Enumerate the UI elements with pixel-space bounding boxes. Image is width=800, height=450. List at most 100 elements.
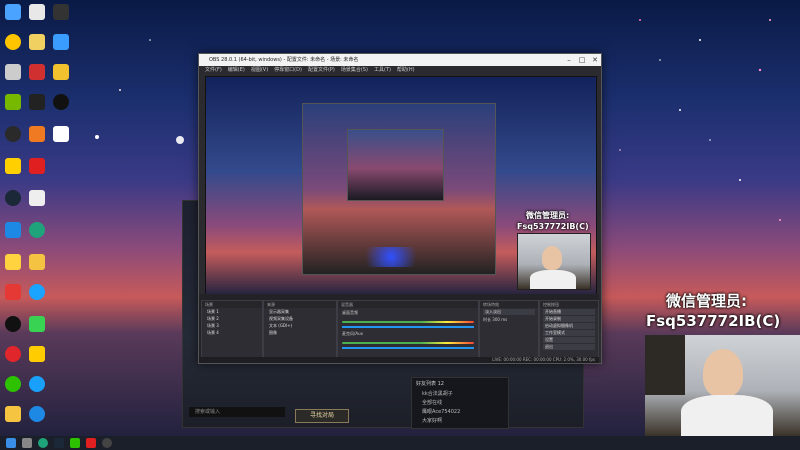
overlay-text-line-1: 微信管理员: (666, 292, 747, 310)
friend-item[interactable]: 大家好啊 (412, 416, 508, 425)
windows-icon[interactable] (6, 438, 16, 448)
live-status: LIVE: 00:00:00 (492, 357, 522, 362)
desktop-icon-10[interactable] (0, 94, 26, 110)
steam-icon[interactable] (54, 438, 64, 448)
wechat-icon[interactable] (70, 438, 80, 448)
volume-meter (342, 321, 474, 323)
desktop-icon-wechat[interactable] (0, 376, 26, 392)
scenes-dock: 场景 场景 1 场景 2 场景 3 场景 4 (201, 300, 263, 360)
scene-item[interactable]: 场景 2 (205, 316, 259, 322)
desktop-icon-17[interactable] (24, 158, 50, 174)
desktop-icon-9[interactable] (48, 64, 74, 80)
app-icon[interactable] (86, 438, 96, 448)
duration-field[interactable]: 时长 300 ms (480, 316, 538, 324)
desktop-icon-2[interactable] (24, 4, 50, 20)
source-item[interactable]: 视频采集设备 (267, 316, 333, 322)
desktop-icon-3[interactable] (48, 4, 74, 20)
window-title-bar: OBS 28.0.1 (64-bit, windows) - 配置文件: 未命名… (199, 54, 601, 66)
find-match-button[interactable]: 寻找对局 (295, 409, 349, 423)
desktop-icon-20[interactable] (0, 222, 26, 238)
scene-item[interactable]: 场景 3 (205, 323, 259, 329)
start-streaming-button[interactable]: 开始直播 (543, 309, 595, 315)
desktop-icon-11[interactable] (24, 94, 50, 110)
desktop-icon-33[interactable] (24, 406, 50, 422)
maximize-icon[interactable]: □ (576, 54, 588, 66)
friend-item[interactable]: 全部在线 (412, 398, 508, 407)
mixer-channel-label: 麦克风/Aux (342, 331, 363, 336)
desktop-icon-19[interactable] (24, 190, 50, 206)
shelf (645, 335, 685, 395)
desktop-icon-computer[interactable] (0, 4, 26, 20)
menu-scene-collection[interactable]: 场景集合(S) (341, 66, 368, 74)
transitions-dock: 转场特效 淡入淡出 时长 300 ms (479, 300, 539, 360)
scene-item[interactable]: 场景 1 (205, 309, 259, 315)
game-search-input[interactable]: 搜索或输入 (189, 407, 285, 417)
nested-preview-inner (347, 129, 444, 201)
desktop-icon-32[interactable] (0, 406, 26, 422)
menu-docks[interactable]: 停靠窗口(D) (274, 66, 302, 74)
desktop-icon-4[interactable] (0, 34, 26, 50)
transition-select[interactable]: 淡入淡出 (483, 309, 535, 315)
virtual-camera-button[interactable]: 启动虚拟摄像机 (543, 323, 595, 329)
desktop-icon-28[interactable] (0, 346, 26, 362)
menu-file[interactable]: 文件(F) (205, 66, 222, 74)
desktop-icon-12[interactable] (48, 94, 74, 110)
source-item[interactable]: 文本 (GDI+) (267, 323, 333, 329)
desktop-icon-7[interactable] (0, 64, 26, 80)
mixer-dock-title: 混音器 (338, 301, 478, 308)
cpu-status: CPU: 2.0%, 30.00 fps (552, 357, 595, 362)
menu-profile[interactable]: 配置文件(P) (308, 66, 335, 74)
glow-decoration (356, 247, 426, 267)
source-item[interactable]: 显示器采集 (267, 309, 333, 315)
settings-button[interactable]: 设置 (543, 337, 595, 343)
menu-edit[interactable]: 编辑(E) (228, 66, 245, 74)
desktop-icon-qq[interactable] (0, 316, 26, 332)
desktop-icon-23[interactable] (24, 254, 50, 270)
audio-mixer-dock: 混音器 桌面音频 麦克风/Aux (337, 300, 479, 360)
edge-icon[interactable] (38, 438, 48, 448)
transitions-dock-title: 转场特效 (480, 301, 538, 308)
volume-slider[interactable] (342, 347, 474, 349)
desktop-icon-steam[interactable] (0, 190, 26, 206)
desktop-icon-edge[interactable] (24, 222, 50, 238)
docks-area: 场景 场景 1 场景 2 场景 3 场景 4 来源 显示器采集 视频采集设备 文… (199, 294, 599, 362)
source-item[interactable]: 图像 (267, 330, 333, 336)
friend-item[interactable]: 鹰眼Ace754022 (412, 407, 508, 416)
overlay-text-small-2: Fsq537772IB(C) (517, 222, 589, 231)
controls-dock-title: 控制按钮 (540, 301, 598, 308)
start-recording-button[interactable]: 开始录制 (543, 316, 595, 322)
overlay-text-small-1: 微信管理员: (526, 211, 570, 220)
desktop-icon-5[interactable] (24, 34, 50, 50)
webcam-feed (645, 335, 800, 436)
desktop-icon-22[interactable] (0, 254, 26, 270)
overlay-text-line-2: Fsq537772IB(C) (646, 312, 781, 330)
desktop-icon-8[interactable] (24, 64, 50, 80)
friend-item[interactable]: kk合法黑胡子 (412, 389, 508, 398)
close-icon[interactable]: ✕ (589, 54, 601, 66)
scene-item[interactable]: 场景 4 (205, 330, 259, 336)
menu-view[interactable]: 视图(V) (251, 66, 268, 74)
desktop-icon-27[interactable] (24, 316, 50, 332)
desktop-icon-31[interactable] (24, 376, 50, 392)
desktop-icon-24[interactable] (0, 284, 26, 300)
streamer-body (530, 270, 576, 289)
window-title: OBS 28.0.1 (64-bit, windows) - 配置文件: 未命名… (209, 57, 359, 63)
exit-button[interactable]: 退出 (543, 344, 595, 350)
menu-help[interactable]: 帮助(H) (397, 66, 415, 74)
obs-window: OBS 28.0.1 (64-bit, windows) - 配置文件: 未命名… (198, 53, 602, 364)
menu-tools[interactable]: 工具(T) (374, 66, 391, 74)
desktop-icon-6[interactable] (48, 34, 74, 50)
desktop-icon-15[interactable] (48, 126, 74, 142)
obs-icon[interactable] (102, 438, 112, 448)
desktop-icon-25[interactable] (24, 284, 50, 300)
studio-mode-button[interactable]: 工作室模式 (543, 330, 595, 336)
desktop-icon-16[interactable] (0, 158, 26, 174)
volume-slider[interactable] (342, 326, 474, 328)
desktop-icon-13[interactable] (0, 126, 26, 142)
desktop-icon-14[interactable] (24, 126, 50, 142)
search-icon[interactable] (22, 438, 32, 448)
minimize-icon[interactable]: – (563, 54, 575, 66)
controls-dock: 控制按钮 开始直播 开始录制 启动虚拟摄像机 工作室模式 设置 退出 (539, 300, 599, 360)
sources-dock: 来源 显示器采集 视频采集设备 文本 (GDI+) 图像 (263, 300, 337, 360)
desktop-icon-29[interactable] (24, 346, 50, 362)
